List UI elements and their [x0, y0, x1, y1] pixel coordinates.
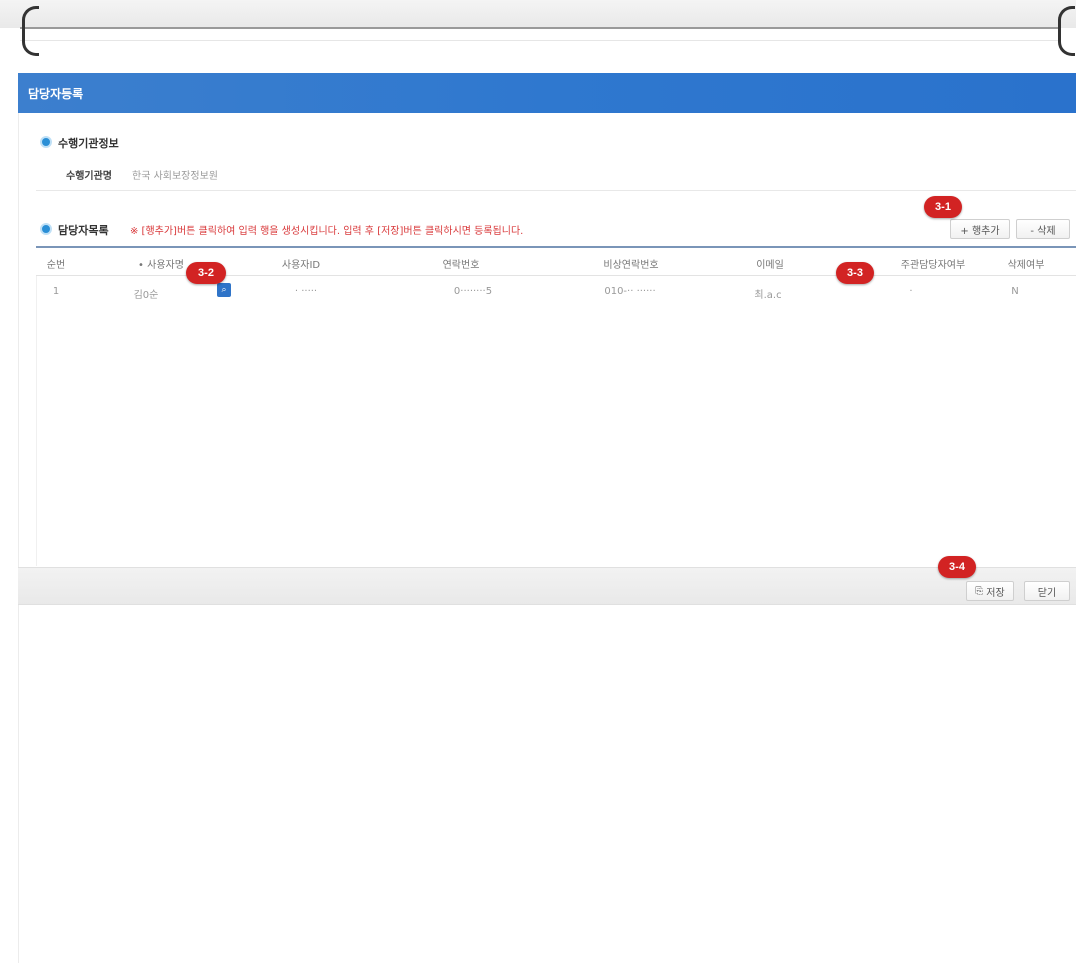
manager-section-title: 담당자목록	[58, 224, 109, 237]
section-divider	[36, 190, 1076, 191]
save-button[interactable]: ⎘ 저장	[966, 581, 1014, 601]
callout-badge: 3-2	[186, 262, 226, 284]
save-label: 저장	[986, 587, 1005, 599]
user-search-icon[interactable]: ⌕	[217, 283, 231, 297]
cell-phone[interactable]: 0········5	[428, 286, 518, 297]
cell-user-name[interactable]: 김0순	[116, 286, 176, 301]
column-header: 순번	[46, 260, 66, 271]
column-header: 삭제여부	[1007, 260, 1045, 271]
section-bullet-icon	[40, 223, 52, 235]
save-icon: ⎘	[975, 585, 984, 597]
dialog-title-bar: 담당자등록	[18, 73, 1076, 113]
instruction-notice: ※ [행추가]버튼 클릭하여 입력 행을 생성시킵니다. 입력 후 [저장]버튼…	[130, 226, 524, 237]
callout-badge: 3-3	[836, 262, 874, 284]
org-section-title: 수행기관정보	[58, 137, 119, 150]
cell-index: 1	[52, 286, 60, 297]
close-button[interactable]: 닫기	[1024, 581, 1070, 601]
cell-user-id[interactable]: · ·····	[266, 286, 346, 297]
callout-badge: 3-4	[938, 556, 976, 578]
page-curl-right-icon	[1058, 6, 1075, 56]
page-curl-left-icon	[22, 6, 39, 56]
top-divider-light	[20, 40, 1060, 41]
dialog-title: 담당자등록	[28, 87, 84, 101]
column-header: 비상연락번호	[603, 260, 659, 271]
section-bullet-icon	[40, 136, 52, 148]
org-name-label: 수행기관명	[66, 171, 112, 182]
cell-emergency-phone[interactable]: 010-·· ······	[580, 286, 680, 297]
column-header: 사용자ID	[281, 260, 321, 271]
cell-primary-manager[interactable]: ·	[896, 286, 926, 297]
top-divider	[20, 27, 1060, 29]
dialog-footer	[18, 567, 1076, 605]
callout-badge: 3-1	[924, 196, 962, 218]
cell-delete-flag[interactable]: N	[1000, 286, 1030, 297]
column-header: 이메일	[756, 260, 784, 271]
delete-row-button[interactable]: - 삭제	[1016, 219, 1070, 239]
column-header: 연락번호	[442, 260, 480, 271]
cell-email[interactable]: 최.a.c	[728, 286, 808, 301]
window-top-bar	[0, 0, 1076, 28]
table-body	[36, 276, 1076, 566]
org-name-value: 한국 사회보장정보원	[132, 171, 218, 182]
column-header: 주관담당자여부	[900, 260, 966, 271]
add-row-button[interactable]: + 행추가	[950, 219, 1010, 239]
panel-left-border	[18, 113, 19, 963]
